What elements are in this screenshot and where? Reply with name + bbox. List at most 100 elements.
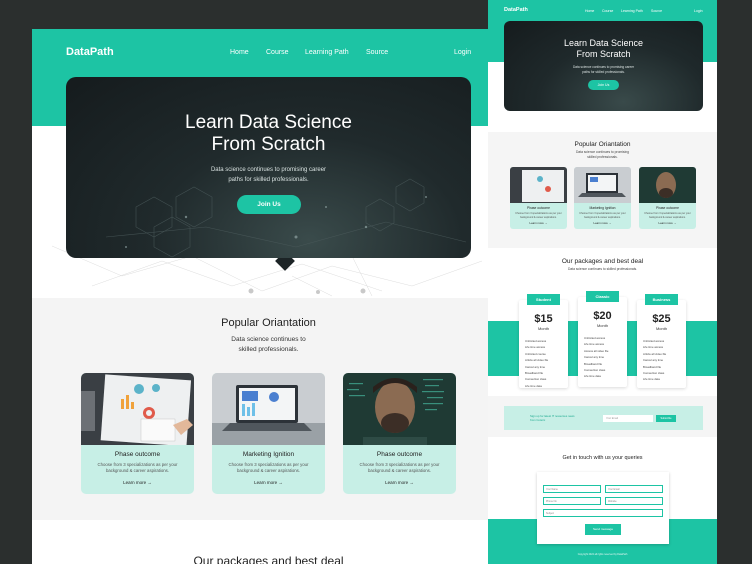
card-title: Phase outcome: [376, 451, 423, 458]
preview-hero-title: Learn Data Science From Scratch: [504, 38, 703, 60]
laptop-dashboard-photo: [212, 373, 325, 445]
nav-home[interactable]: Home: [230, 49, 249, 56]
preview-course-card[interactable]: Marketing Ignition Choose from 3 special…: [574, 167, 631, 229]
plan-feature: Life time data: [584, 374, 601, 379]
learn-more-link[interactable]: Learn more →: [343, 480, 456, 485]
form-website-field[interactable]: Website: [605, 497, 663, 505]
plan-features: Unlimited access Life time access Unlimi…: [525, 338, 565, 389]
card-description-line2: background & career aspirations.: [367, 468, 432, 473]
hero-subtitle: Data science continues to promising care…: [66, 165, 471, 185]
preview-learn-more-link[interactable]: Learn more →: [510, 221, 567, 225]
card-description: Choose from 3 specializations as per you…: [351, 462, 448, 474]
preview-packages-title: Our packages and best deal: [561, 258, 644, 265]
preview-popular-subtitle: Data science continues to promising skil…: [488, 150, 717, 160]
preview-newsletter-bar: Sign up for latest IT resources news fro…: [504, 406, 703, 430]
plan-features: Unlimited access Life time access Access…: [584, 335, 624, 380]
preview-nav-course[interactable]: Course: [602, 9, 613, 13]
preview-course-card[interactable]: Phase outcome Choose from 3 specializati…: [510, 167, 567, 229]
card-description: Choose from 3 specializations as per you…: [220, 462, 317, 474]
preview-nav-source[interactable]: Source: [651, 9, 662, 13]
nav-source[interactable]: Source: [366, 49, 388, 56]
preview-hero-banner: Learn Data Science From Scratch Data sci…: [504, 21, 703, 111]
learn-more-label: Learn more: [254, 480, 278, 485]
newsletter-text: Sign up for latest IT resources news fro…: [530, 414, 575, 422]
plan-price: $20: [593, 310, 612, 322]
preview-card-description: Choose from 3 specializations as per you…: [515, 212, 562, 219]
plan-price: $25: [652, 313, 671, 325]
nav-learning-path[interactable]: Learning Path: [305, 49, 349, 56]
nav-course[interactable]: Course: [266, 49, 289, 56]
plan-period: Month: [596, 323, 609, 328]
hero-title: Learn Data Science From Scratch: [66, 112, 471, 156]
preview-popular-title: Popular Oriantation: [574, 141, 631, 148]
hero-subtitle-line2: paths for skilled professionals.: [228, 177, 309, 183]
popular-subtitle-line1: Data science continues to: [231, 336, 306, 343]
card-title: Marketing Ignition: [242, 451, 295, 458]
packages-section: Our packages and best deal: [32, 520, 505, 564]
join-us-button[interactable]: Join Us: [237, 195, 301, 214]
learn-more-label: Learn more: [385, 480, 409, 485]
preview-charts-photo: [510, 167, 567, 203]
form-send-button[interactable]: Send message: [585, 524, 621, 535]
packages-title: Our packages and best deal: [193, 554, 344, 564]
preview-join-us-button[interactable]: Join Us: [588, 80, 619, 90]
course-card[interactable]: Phase outcome Choose from 3 specializati…: [81, 373, 194, 494]
pricing-card-business[interactable]: Business $25 Month Unlimited access Life…: [637, 294, 686, 388]
preview-man-photo: [639, 167, 696, 203]
arrow-right-icon: →: [147, 480, 152, 485]
logo[interactable]: DataPath: [66, 46, 114, 58]
plan-price: $15: [534, 313, 553, 325]
preview-footer: Copyright 2022 all rights reserved by Da…: [577, 553, 628, 556]
learn-more-link[interactable]: Learn more →: [81, 480, 194, 485]
main-page: DataPath Home Course Learning Path Sourc…: [32, 29, 505, 564]
form-email-field[interactable]: Your Email: [605, 485, 663, 493]
card-description-line2: background & career aspirations.: [105, 468, 170, 473]
newsletter-email-input[interactable]: Your Email: [603, 415, 653, 422]
learn-more-link[interactable]: Learn more →: [212, 480, 325, 485]
popular-subtitle-line2: skilled professionals.: [238, 346, 299, 353]
plan-period: Month: [655, 326, 668, 331]
pricing-card-student[interactable]: Student $15 Month Unlimited access Life …: [519, 294, 568, 389]
hero-title-line1: Learn Data Science: [185, 112, 352, 133]
man-code-overlay-photo: [343, 373, 456, 445]
preview-hero-subtitle-line2: paths for skilled professionals.: [582, 70, 625, 74]
pricing-card-classic[interactable]: Classic $20 Month Unlimited access Life …: [578, 291, 627, 387]
preview-popular-subtitle-line2: skilled professionals.: [587, 155, 618, 159]
hero-banner: Learn Data Science From Scratch Data sci…: [66, 77, 471, 258]
card-title: Phase outcome: [114, 451, 161, 458]
login-link[interactable]: Login: [454, 49, 471, 56]
hero-subtitle-line1: Data science continues to promising care…: [210, 167, 327, 173]
plan-name: Student: [527, 294, 560, 305]
form-phone-field[interactable]: Phone No: [543, 497, 601, 505]
preview-nav-home[interactable]: Home: [585, 9, 594, 13]
form-subject-field[interactable]: Subject: [543, 509, 663, 517]
plan-feature: Life time data: [643, 377, 660, 382]
preview-nav-learning-path[interactable]: Learning Path: [621, 9, 643, 13]
plan-feature: Life time data: [525, 383, 542, 388]
course-card[interactable]: Marketing Ignition Choose from 3 special…: [212, 373, 325, 494]
top-nav: DataPath Home Course Learning Path Sourc…: [32, 29, 505, 77]
preview-hero-title-line2: From Scratch: [576, 49, 631, 59]
preview-hero-title-line1: Learn Data Science: [563, 38, 644, 48]
form-name-field[interactable]: Your Name: [543, 485, 601, 493]
preview-hero-subtitle: Data science continues to promising care…: [504, 65, 703, 75]
preview-logo[interactable]: DataPath: [504, 7, 528, 13]
preview-learn-more-link[interactable]: Learn more →: [574, 221, 631, 225]
plan-name: Classic: [586, 291, 619, 302]
plan-name: Business: [645, 294, 678, 305]
popular-subtitle: Data science continues to skilled profes…: [32, 335, 505, 355]
course-card[interactable]: Phase outcome Choose from 3 specializati…: [343, 373, 456, 494]
newsletter-subscribe-button[interactable]: Subscribe: [656, 415, 676, 422]
preview-contact-form: Your Name Your Email Phone No Website Su…: [537, 472, 669, 544]
plan-period: Month: [537, 326, 550, 331]
card-description: Choose from 3 specializations as per you…: [89, 462, 186, 474]
preview-learn-more-link[interactable]: Learn more →: [639, 221, 696, 225]
preview-course-card[interactable]: Phase outcome Choose from 3 specializati…: [639, 167, 696, 229]
popular-title: Popular Oriantation: [221, 317, 316, 329]
preview-card-description: Choose from 3 specializations as per you…: [579, 212, 626, 219]
preview-card-title: Marketing Ignition: [589, 206, 616, 210]
hero-title-line2: From Scratch: [211, 134, 326, 155]
full-page-preview: DataPath Home Course Learning Path Sourc…: [488, 0, 717, 564]
preview-card-title: Phase outcome: [527, 206, 550, 210]
preview-login-link[interactable]: Login: [694, 9, 703, 13]
